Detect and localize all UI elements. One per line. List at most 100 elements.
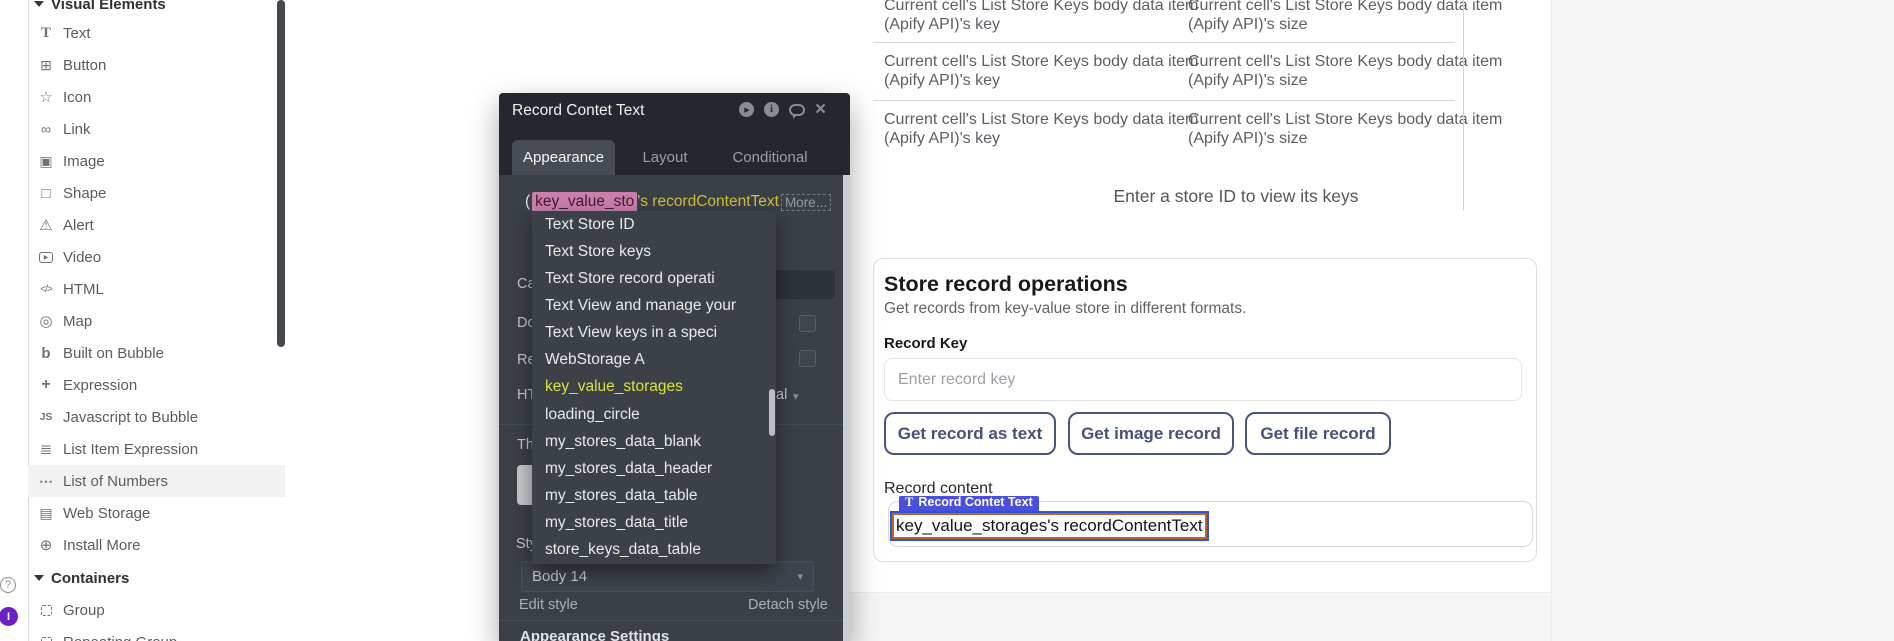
- map-pin-icon: [37, 312, 55, 330]
- table-cell-size: Current cell's List Store Keys body data…: [1188, 110, 1502, 148]
- element-selection-badge: TRecord Contet Text: [899, 496, 1039, 513]
- sidebar-item-repeating-group[interactable]: Repeating Group: [28, 626, 285, 641]
- sidebar-item-html[interactable]: HTML: [28, 273, 285, 305]
- sidebar-item-button[interactable]: Button: [28, 49, 285, 81]
- visual-elements-header[interactable]: Visual Elements: [28, 0, 277, 15]
- sidebar-item-alert[interactable]: Alert: [28, 209, 285, 241]
- expression-composer[interactable]: ( key_value_sto 's recordContentText Mor…: [525, 192, 831, 212]
- selected-text-element[interactable]: key_value_storages's recordContentText: [892, 513, 1207, 539]
- more-button[interactable]: More...: [781, 194, 831, 211]
- sidebar-item-expression[interactable]: Expression: [28, 369, 285, 401]
- sidebar-item-video[interactable]: ▶Video: [28, 241, 285, 273]
- row-divider: [873, 42, 1455, 43]
- panel-scrollbar[interactable]: [843, 175, 850, 641]
- help-icon[interactable]: ?: [0, 577, 16, 593]
- dropdown-item[interactable]: my_stores_data_blank: [532, 428, 776, 455]
- sidebar-item-install-more[interactable]: Install More: [28, 529, 285, 561]
- sidebar-item-javascript-to-bubble[interactable]: Javascript to Bubble: [28, 401, 285, 433]
- canvas-gutter-right: [1551, 0, 1894, 641]
- dropdown-item[interactable]: my_stores_data_title: [532, 510, 776, 537]
- sidebar-item-shape[interactable]: Shape: [28, 177, 285, 209]
- sidebar-item-image[interactable]: Image: [28, 145, 285, 177]
- dropdown-item[interactable]: my_stores_data_header: [532, 455, 776, 482]
- store-id-hint: Enter a store ID to view its keys: [1036, 186, 1436, 207]
- visual-elements-list: Text Button Icon Link Image Shape Alert …: [28, 17, 285, 561]
- style-select[interactable]: Body 14 ▾: [521, 561, 814, 592]
- ellipsis-icon: [37, 473, 55, 490]
- collapse-triangle-icon: [34, 1, 44, 7]
- play-icon[interactable]: [739, 102, 754, 117]
- tab-appearance[interactable]: Appearance: [512, 140, 615, 175]
- close-icon[interactable]: ×: [815, 102, 826, 117]
- dropdown-item[interactable]: Text Store record operati: [532, 265, 776, 292]
- link-icon: [37, 121, 55, 137]
- selected-token-chip[interactable]: key_value_sto: [532, 192, 637, 212]
- group-icon: [37, 605, 55, 616]
- table-cell-key: Current cell's List Store Keys body data…: [884, 0, 1198, 34]
- sidebar-item-text[interactable]: Text: [28, 17, 285, 49]
- panel-header-icons: ×: [739, 102, 826, 117]
- button-icon: [37, 57, 55, 74]
- text-element-icon: T: [905, 496, 913, 509]
- align-select-value[interactable]: al: [776, 387, 787, 403]
- checkbox[interactable]: [799, 350, 816, 367]
- tab-conditional[interactable]: Conditional: [715, 140, 825, 175]
- install-icon: [37, 536, 55, 554]
- sidebar-item-group[interactable]: Group: [28, 594, 285, 626]
- panel-header[interactable]: Record Contet Text × Appearance Layout C…: [499, 93, 850, 175]
- dropdown-item[interactable]: Text Store ID: [532, 211, 776, 238]
- dropdown-item[interactable]: loading_circle: [532, 401, 776, 428]
- repeating-group-icon: [37, 637, 55, 641]
- dropdown-item-highlighted[interactable]: key_value_storages: [532, 374, 776, 401]
- dropdown-item[interactable]: my_stores_data_table: [532, 482, 776, 509]
- sidebar-item-list-of-numbers[interactable]: List of Numbers: [28, 465, 285, 497]
- table-cell-key: Current cell's List Store Keys body data…: [884, 110, 1198, 148]
- text-icon: [37, 25, 55, 42]
- dropdown-scrollbar[interactable]: [769, 389, 775, 436]
- chat-bubble-icon[interactable]: [789, 104, 805, 116]
- autocomplete-dropdown: Text Store ID Text Store keys Text Store…: [532, 211, 776, 564]
- sidebar-item-web-storage[interactable]: Web Storage: [28, 497, 285, 529]
- info-icon[interactable]: [764, 102, 779, 117]
- intercom-icon[interactable]: I: [0, 607, 18, 626]
- js-icon: [37, 411, 55, 423]
- edit-style-link[interactable]: Edit style: [519, 597, 578, 613]
- video-icon: ▶: [37, 252, 55, 263]
- checkbox[interactable]: [799, 315, 816, 332]
- containers-list: Group Repeating Group: [28, 594, 285, 641]
- canvas-gutter-bottom: [850, 592, 1551, 641]
- get-image-record-button[interactable]: Get image record: [1068, 412, 1234, 455]
- sidebar-scrollbar[interactable]: [277, 0, 285, 347]
- chevron-down-icon: ▾: [793, 390, 799, 403]
- sidebar-item-map[interactable]: Map: [28, 305, 285, 337]
- record-content-box: TRecord Contet Text key_value_storages's…: [888, 501, 1533, 547]
- property-editor-panel: Record Contet Text × Appearance Layout C…: [499, 93, 850, 641]
- clipboard-icon: [37, 440, 55, 458]
- expression-rest[interactable]: 's recordContentText: [637, 193, 779, 211]
- get-record-as-text-button[interactable]: Get record as text: [884, 412, 1056, 455]
- get-file-record-button[interactable]: Get file record: [1245, 412, 1391, 455]
- tab-layout[interactable]: Layout: [615, 140, 715, 175]
- style-select-value: Body 14: [532, 568, 587, 585]
- row-divider: [873, 100, 1455, 101]
- dropdown-item[interactable]: store_keys_data_table: [532, 537, 776, 564]
- chevron-down-icon: ▾: [797, 570, 803, 583]
- sidebar-item-list-item-expression[interactable]: List Item Expression: [28, 433, 285, 465]
- bubble-logo-icon: [37, 345, 55, 362]
- dropdown-item[interactable]: Text View and manage your: [532, 292, 776, 319]
- sidebar-item-built-on-bubble[interactable]: Built on Bubble: [28, 337, 285, 369]
- collapse-triangle-icon: [34, 575, 44, 581]
- containers-header[interactable]: Containers: [28, 567, 277, 589]
- sidebar-item-link[interactable]: Link: [28, 113, 285, 145]
- sidebar-item-icon[interactable]: Icon: [28, 81, 285, 113]
- shape-icon: [37, 185, 55, 202]
- star-icon: [37, 88, 55, 106]
- dropdown-item[interactable]: Text View keys in a speci: [532, 320, 776, 347]
- panel-title: Record Contet Text: [512, 102, 644, 120]
- dropdown-item[interactable]: Text Store keys: [532, 238, 776, 265]
- bubble-editor: Current cell's List Store Keys body data…: [0, 0, 1894, 641]
- detach-style-link[interactable]: Detach style: [748, 597, 828, 613]
- html-icon: [37, 284, 55, 295]
- dropdown-item[interactable]: WebStorage A: [532, 347, 776, 374]
- record-key-input[interactable]: [884, 358, 1522, 401]
